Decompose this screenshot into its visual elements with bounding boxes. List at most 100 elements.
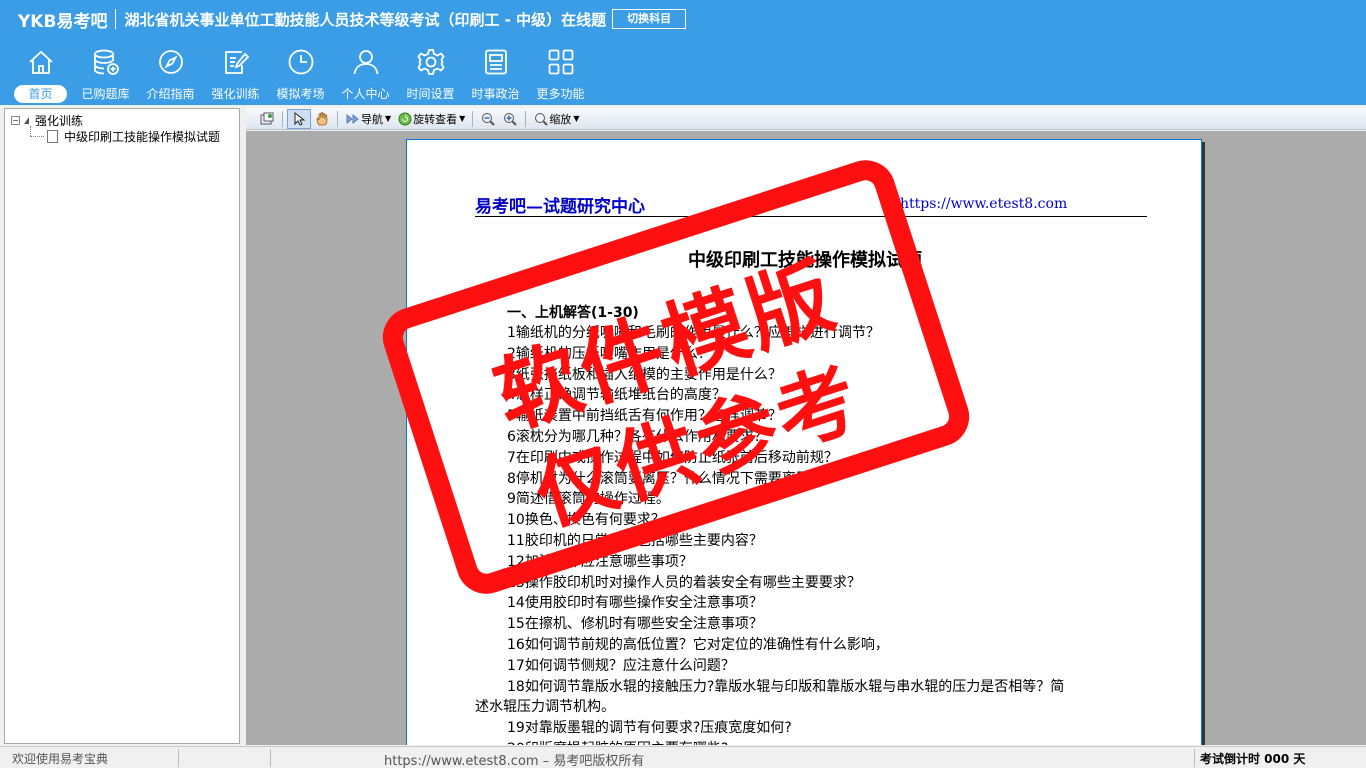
nav-home[interactable]: 首页 [8,46,73,104]
zoom-out-button[interactable] [477,109,499,129]
rotate-icon [398,112,412,125]
nav-label: 时事政治 [471,87,520,101]
question-item: 3纸张挡纸板和插入纸模的主要作用是什么？ [507,366,782,383]
document-viewer[interactable]: 易考吧—试题研究中心 https://www.etest8.com 中级印刷工技… [246,131,1366,745]
cursor-icon [294,111,306,126]
rotate-label: 旋转查看 [413,112,458,126]
question-item: 2输纸机的压纸吹嘴作用是什么？ [507,345,712,362]
navigate-icon [346,113,359,124]
compass-icon [155,46,187,78]
gear-icon [415,46,447,78]
dropdown-caret-icon: ▼ [573,114,580,123]
question-item: 9简述借滚筒的操作过程。 [507,491,670,508]
hand-icon [316,111,328,125]
question-item: 1输纸机的分纸吸嘴和毛刷的作用是什么？应怎样进行调节？ [507,325,880,341]
toolbar-divider [337,110,338,127]
nav-label: 模拟考场 [276,87,325,101]
app-header: YKB易考吧 湖北省机关事业单位工勤技能人员技术等级考试（印刷工 - 中级）在线… [0,0,1366,105]
question-item: 5输纸装置中前挡纸舌有何作用？怎样调节？ [507,408,782,425]
doc-section-heading: 一、上机解答(1-30) [507,305,639,321]
user-icon [350,46,382,78]
nav-label: 首页 [14,85,67,103]
question-item: 12加油工作应注意哪些事项？ [507,553,693,570]
rotate-button[interactable]: 旋转查看 ▼ [394,109,468,129]
title-divider [115,9,117,29]
grid-icon [545,46,577,78]
nav-label: 更多功能 [536,87,585,101]
toolbar-divider [525,110,527,127]
tree-node-root[interactable]: − 强化训练 [11,112,83,128]
zoom-menu-button[interactable]: 缩放 ▼ [530,109,582,129]
toolbar-divider [282,110,283,127]
doc-header-brand: 易考吧—试题研究中心 [475,197,645,217]
status-copyright: https://www.etest8.com – 易考吧版权所有 [384,754,645,768]
switch-subject-button[interactable]: 切换科目 [612,9,687,29]
nav-more[interactable]: 更多功能 [528,46,593,104]
viewer-toolbar: 导航 ▼ 旋转查看 ▼ 缩放 ▼ [246,108,1366,130]
question-item: 7在印刷中或操作过程中如何防止纸张前后移动前规？ [507,449,838,466]
zoom-out-icon [482,112,496,126]
question-item: 4怎样正确调节输纸堆纸台的高度？ [507,387,726,404]
hand-tool-button[interactable] [311,109,333,129]
question-item: 10换色、换色有何要求？ [507,512,665,529]
nav-label: 介绍指南 [146,87,195,101]
question-item: 15在擦机、修机时有哪些安全注意事项？ [507,616,763,633]
folder-triangle-icon [24,116,29,124]
question-item: 16如何调节前规的高低位置？它对定位的准确性有什么影响， [507,637,889,653]
question-item: 18如何调节靠版水辊的接触压力?靠版水辊与印版和靠版水辊与串水辊的压力是否相等？… [507,678,1065,695]
status-bar: 欢迎使用易考宝典 https://www.etest8.com – 易考吧版权所… [0,746,1366,768]
question-item: 17如何调节侧规？应注意什么问题？ [507,657,735,674]
toolbar-divider [472,110,474,127]
nav-current-affairs[interactable]: 时事政治 [463,46,528,104]
select-tool-button[interactable] [287,108,311,129]
nav-profile[interactable]: 个人中心 [333,46,398,104]
question-item: 14使用胶印时有哪些操作安全注意事项？ [507,595,763,612]
question-item: 19对靠版墨辊的调节有何要求?压痕宽度如何? [507,720,792,737]
thumbnails-icon [260,112,274,124]
question-item: 6滚枕分为哪几种？各有什么作用和要求？ [507,429,768,445]
title-bar: YKB易考吧 湖北省机关事业单位工勤技能人员技术等级考试（印刷工 - 中级）在线… [0,0,1366,38]
nav-purchased[interactable]: 已购题库 [73,46,138,104]
collapse-icon[interactable]: − [11,115,20,125]
tree-node-child[interactable]: 中级印刷工技能操作模拟试题 [47,128,220,144]
app-title: 湖北省机关事业单位工勤技能人员技术等级考试（印刷工 - 中级）在线题 [124,10,607,29]
nav-label: 时间设置 [406,87,455,101]
zoom-in-icon [504,112,518,126]
doc-header-rule [475,216,1147,217]
navigate-button[interactable]: 导航 ▼ [342,109,394,129]
nav-label: 个人中心 [341,87,390,101]
database-icon [90,46,122,78]
dropdown-caret-icon: ▼ [385,114,392,123]
exam-countdown: 考试倒计时 000 天 [1200,752,1306,766]
nav-label: 强化训练 [211,87,260,101]
main-nav: 首页 已购题库 介绍指南 强化训练 模拟考场 个人中心 时间设置 时事政治 更多… [8,46,593,104]
status-welcome: 欢迎使用易考宝典 [12,752,109,766]
nav-training[interactable]: 强化训练 [203,46,268,104]
document-page: 易考吧—试题研究中心 https://www.etest8.com 中级印刷工技… [406,139,1202,745]
edit-icon [220,46,252,78]
clock-icon [285,46,317,78]
status-divider [178,749,179,767]
thumbnails-button[interactable] [256,109,278,129]
zoom-label: 缩放 [549,112,572,126]
document-icon [47,129,58,143]
status-divider [270,749,271,767]
magnifier-icon [535,112,549,126]
tree-pane: − 强化训练 中级印刷工技能操作模拟试题 [4,108,240,744]
question-item: 11胶印机的日常保养包括哪些主要内容？ [507,533,763,549]
nav-time-settings[interactable]: 时间设置 [398,46,463,104]
nav-mock-exam[interactable]: 模拟考场 [268,46,333,104]
tree-connector [30,136,44,137]
nav-guide[interactable]: 介绍指南 [138,46,203,104]
app-logo: YKB易考吧 [18,11,108,32]
home-icon [25,46,57,78]
tree-node-label: 强化训练 [35,113,84,128]
doc-title: 中级印刷工技能操作模拟试题 [688,250,922,271]
tree-node-label: 中级印刷工技能操作模拟试题 [64,129,221,144]
doc-header-url: https://www.etest8.com [900,196,1068,212]
question-continuation: 述水辊压力调节机构。 [475,699,615,716]
news-icon [480,46,512,78]
zoom-in-button[interactable] [499,109,521,129]
question-item: 8停机时为什么滚筒要离压？什么情况下需要离压？ [507,470,824,487]
status-divider [1194,749,1195,767]
